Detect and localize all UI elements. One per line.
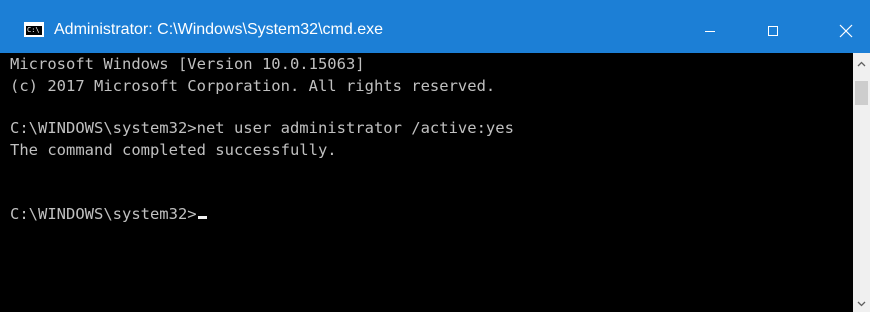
console-line-version: Microsoft Windows [Version 10.0.15063] <box>10 55 365 73</box>
scroll-thumb[interactable] <box>855 81 868 105</box>
scroll-up-button[interactable] <box>853 55 870 72</box>
maximize-icon <box>768 26 778 36</box>
cmd-window: C:\ Administrator: C:\Windows\System32\c… <box>0 0 870 312</box>
minimize-icon <box>705 31 715 32</box>
close-button[interactable] <box>823 8 869 54</box>
cmd-icon[interactable]: C:\ <box>24 22 44 37</box>
console-prompt-line[interactable]: C:\WINDOWS\system32> <box>10 203 207 225</box>
chevron-up-icon <box>857 61 866 66</box>
console-line-copyright: (c) 2017 Microsoft Corporation. All righ… <box>10 77 496 95</box>
console-output[interactable]: Microsoft Windows [Version 10.0.15063] (… <box>0 53 853 312</box>
console-prompt: C:\WINDOWS\system32> <box>10 205 197 223</box>
close-icon <box>839 24 853 38</box>
vertical-scrollbar[interactable] <box>853 53 870 312</box>
chevron-down-icon <box>857 301 866 306</box>
title-bar[interactable]: C:\ Administrator: C:\Windows\System32\c… <box>0 0 870 53</box>
console-line-result: The command completed successfully. <box>10 141 337 159</box>
console-line-command: C:\WINDOWS\system32>net user administrat… <box>10 119 514 137</box>
scroll-down-button[interactable] <box>853 295 870 312</box>
window-title: Administrator: C:\Windows\System32\cmd.e… <box>54 21 383 38</box>
text-cursor <box>197 216 207 219</box>
maximize-button[interactable] <box>750 8 796 54</box>
cmd-icon-glyph: C:\ <box>26 26 42 35</box>
minimize-button[interactable] <box>687 8 733 54</box>
